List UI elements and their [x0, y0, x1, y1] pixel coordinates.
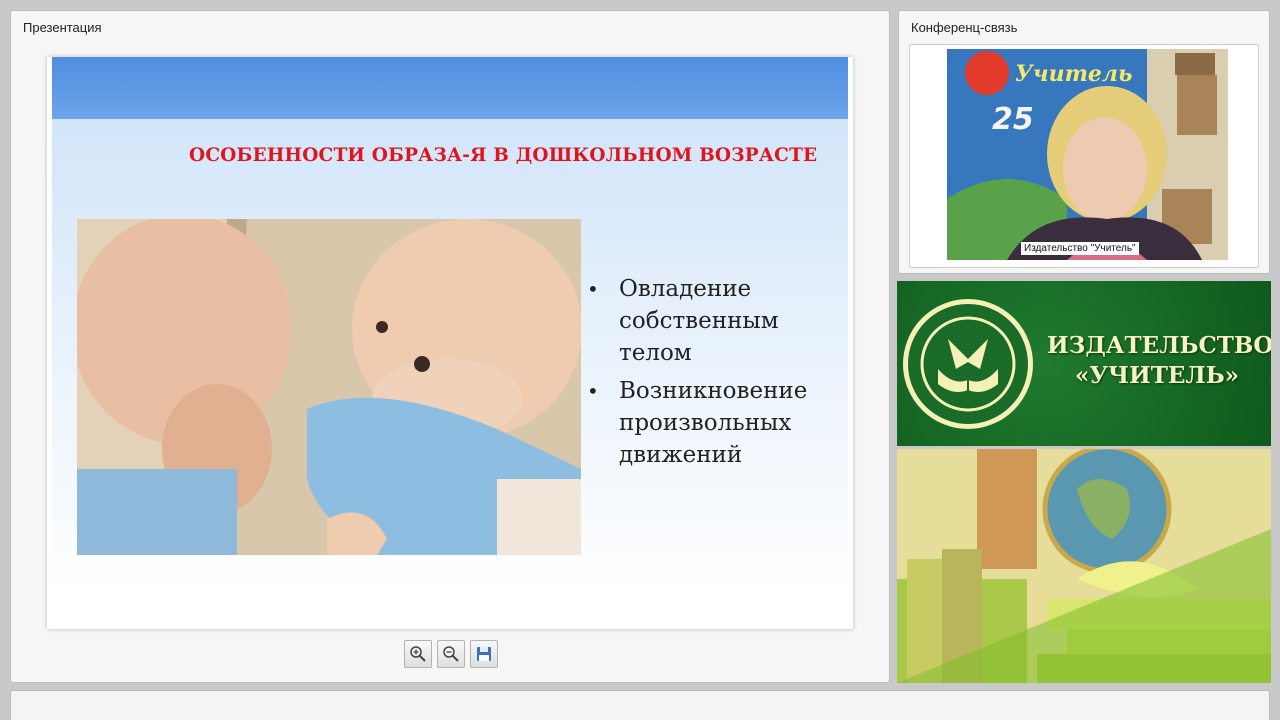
presentation-panel: Презентация ОСОБЕННОСТИ ОБРАЗА-Я В ДОШКО… [10, 10, 890, 683]
slide-header-band [52, 57, 848, 119]
zoom-in-icon [410, 646, 426, 662]
publisher-banner-image [897, 449, 1271, 683]
svg-text:25: 25 [992, 102, 1034, 137]
slide-bullet-list: Овладение собственным телом Возникновени… [587, 273, 837, 477]
publisher-logo [903, 299, 1033, 429]
zoom-out-button[interactable] [437, 640, 465, 668]
conference-panel-title: Конференц-связь [911, 20, 1018, 35]
slide-title: ОСОБЕННОСТИ ОБРАЗА-Я В ДОШКОЛЬНОМ ВОЗРАС… [189, 145, 818, 166]
publisher-name: ИЗДАТЕЛЬСТВО «УЧИТЕЛЬ» [1047, 331, 1271, 391]
slide: ОСОБЕННОСТИ ОБРАЗА-Я В ДОШКОЛЬНОМ ВОЗРАС… [47, 57, 853, 629]
publisher-banner-header: ИЗДАТЕЛЬСТВО «УЧИТЕЛЬ» [897, 281, 1271, 446]
slide-bullet: Овладение собственным телом [587, 273, 837, 369]
slide-photo [77, 219, 581, 555]
book-logo-icon [920, 316, 1016, 412]
webcam-caption: Издательство "Учитель" [1021, 242, 1139, 255]
zoom-in-button[interactable] [404, 640, 432, 668]
save-icon [477, 647, 491, 661]
publisher-name-line1: ИЗДАТЕЛЬСТВО [1047, 332, 1271, 359]
presentation-toolbar [404, 640, 498, 668]
publisher-banner: ИЗДАТЕЛЬСТВО «УЧИТЕЛЬ» [897, 281, 1271, 683]
slide-bullet: Возникновение произвольных движений [587, 375, 837, 471]
conference-panel: Конференц-связь Учитель 25 Издательство … [898, 10, 1270, 274]
publisher-name-line2: «УЧИТЕЛЬ» [1074, 362, 1240, 389]
webcam-frame: Учитель 25 Издательство "Учитель" [909, 44, 1259, 268]
presentation-panel-title: Презентация [23, 20, 102, 35]
zoom-out-icon [443, 646, 459, 662]
save-button[interactable] [470, 640, 498, 668]
bottom-panel [10, 690, 1270, 720]
svg-text:Учитель: Учитель [1015, 61, 1132, 87]
webcam-video[interactable]: Учитель 25 Издательство "Учитель" [947, 49, 1228, 260]
